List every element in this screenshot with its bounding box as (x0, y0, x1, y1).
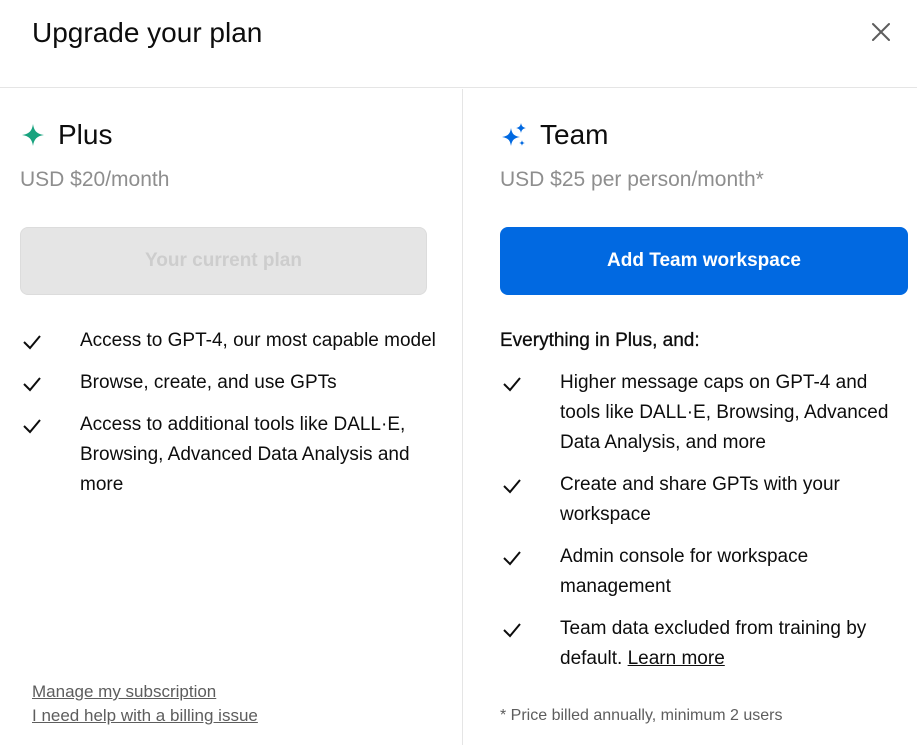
list-item: Team data excluded from training by defa… (500, 614, 910, 674)
team-plan-price: USD $25 per person/month* (500, 168, 764, 191)
current-plan-button: Your current plan (20, 227, 427, 295)
dialog-header: Upgrade your plan (0, 0, 917, 88)
plus-plan-price: USD $20/month (20, 168, 170, 191)
close-button[interactable] (866, 17, 896, 47)
manage-subscription-link[interactable]: Manage my subscription (32, 681, 216, 703)
list-item: Admin console for workspace management (500, 542, 910, 602)
list-item: Create and share GPTs with your workspac… (500, 470, 910, 530)
check-icon (23, 377, 41, 392)
feature-text: Access to GPT-4, our most capable model (80, 330, 436, 351)
check-icon (503, 551, 521, 566)
upgrade-plan-dialog: Upgrade your plan Plus USD $20/month You… (0, 0, 917, 745)
list-item: Access to additional tools like DALL·E, … (20, 410, 440, 500)
list-item: Access to GPT-4, our most capable model (20, 326, 440, 356)
learn-more-link[interactable]: Learn more (628, 648, 725, 669)
close-icon (872, 23, 890, 41)
sparkle-icon (20, 122, 46, 148)
check-icon (23, 419, 41, 434)
team-intro-text: Everything in Plus, and: (500, 330, 700, 351)
team-plan-name: Team (540, 119, 609, 150)
list-item: Browse, create, and use GPTs (20, 368, 440, 398)
sparkles-icon (500, 121, 528, 149)
plus-plan-name: Plus (58, 119, 113, 150)
add-team-workspace-button[interactable]: Add Team workspace (500, 227, 908, 295)
feature-text: Browse, create, and use GPTs (80, 372, 337, 393)
check-icon (503, 479, 521, 494)
feature-text: Higher message caps on GPT-4 and tools l… (560, 372, 889, 453)
check-icon (503, 623, 521, 638)
plus-feature-list: Access to GPT-4, our most capable model … (20, 326, 440, 512)
plus-plan-column: Plus USD $20/month Your current plan Acc… (0, 89, 463, 745)
check-icon (503, 377, 521, 392)
check-icon (23, 335, 41, 350)
feature-text: Access to additional tools like DALL·E, … (80, 414, 410, 495)
team-plan-header: Team (500, 117, 608, 153)
list-item: Higher message caps on GPT-4 and tools l… (500, 368, 910, 458)
feature-text: Create and share GPTs with your workspac… (560, 474, 840, 525)
dialog-title: Upgrade your plan (32, 17, 263, 48)
team-plan-column: Team USD $25 per person/month* Add Team … (464, 89, 917, 745)
billing-help-link[interactable]: I need help with a billing issue (32, 705, 258, 727)
team-feature-list: Higher message caps on GPT-4 and tools l… (500, 368, 910, 686)
plus-plan-header: Plus (20, 117, 112, 153)
price-footnote: * Price billed annually, minimum 2 users (500, 707, 783, 724)
feature-text: Admin console for workspace management (560, 546, 809, 597)
